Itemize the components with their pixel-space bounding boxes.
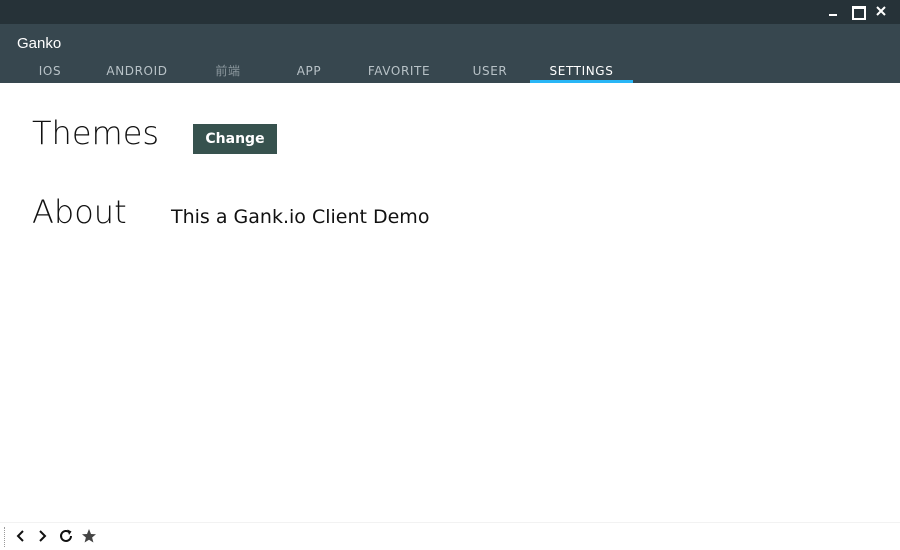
about-heading: About: [32, 193, 127, 231]
divider: [4, 527, 5, 547]
tab-ios[interactable]: IOS: [22, 60, 78, 83]
maximize-icon[interactable]: [850, 4, 866, 20]
tab-label: FAVORITE: [367, 64, 431, 78]
tab-app[interactable]: APP: [278, 60, 340, 83]
tab-bar: IOS ANDROID 前端 APP FAVORITE USER SETTING…: [0, 60, 900, 83]
back-icon[interactable]: [12, 527, 30, 545]
tab-settings[interactable]: SETTINGS: [530, 60, 633, 83]
tab-user[interactable]: USER: [460, 60, 520, 83]
app-title: Ganko: [17, 35, 62, 52]
bottom-nav-bar: [0, 522, 900, 550]
window-controls: [826, 4, 888, 20]
tab-label: APP: [296, 64, 322, 78]
minimize-icon[interactable]: [826, 4, 840, 18]
change-theme-button[interactable]: Change: [193, 124, 277, 154]
tab-frontend[interactable]: 前端: [196, 60, 260, 83]
tab-label: USER: [472, 64, 508, 78]
about-text: This a Gank.io Client Demo: [171, 206, 430, 228]
star-icon[interactable]: [80, 527, 98, 545]
app-bar: Ganko IOS ANDROID 前端 APP FAVORITE USER S…: [0, 24, 900, 83]
forward-icon[interactable]: [34, 527, 52, 545]
reload-icon[interactable]: [57, 527, 75, 545]
tab-android[interactable]: ANDROID: [98, 60, 176, 83]
tab-label: IOS: [38, 64, 62, 78]
tab-label: SETTINGS: [549, 64, 614, 78]
tab-label: ANDROID: [106, 64, 168, 78]
tab-favorite[interactable]: FAVORITE: [356, 60, 442, 83]
close-icon[interactable]: [874, 4, 888, 18]
window-titlebar: [0, 0, 900, 24]
themes-heading: Themes: [32, 114, 160, 152]
tab-label: 前端: [215, 64, 241, 78]
